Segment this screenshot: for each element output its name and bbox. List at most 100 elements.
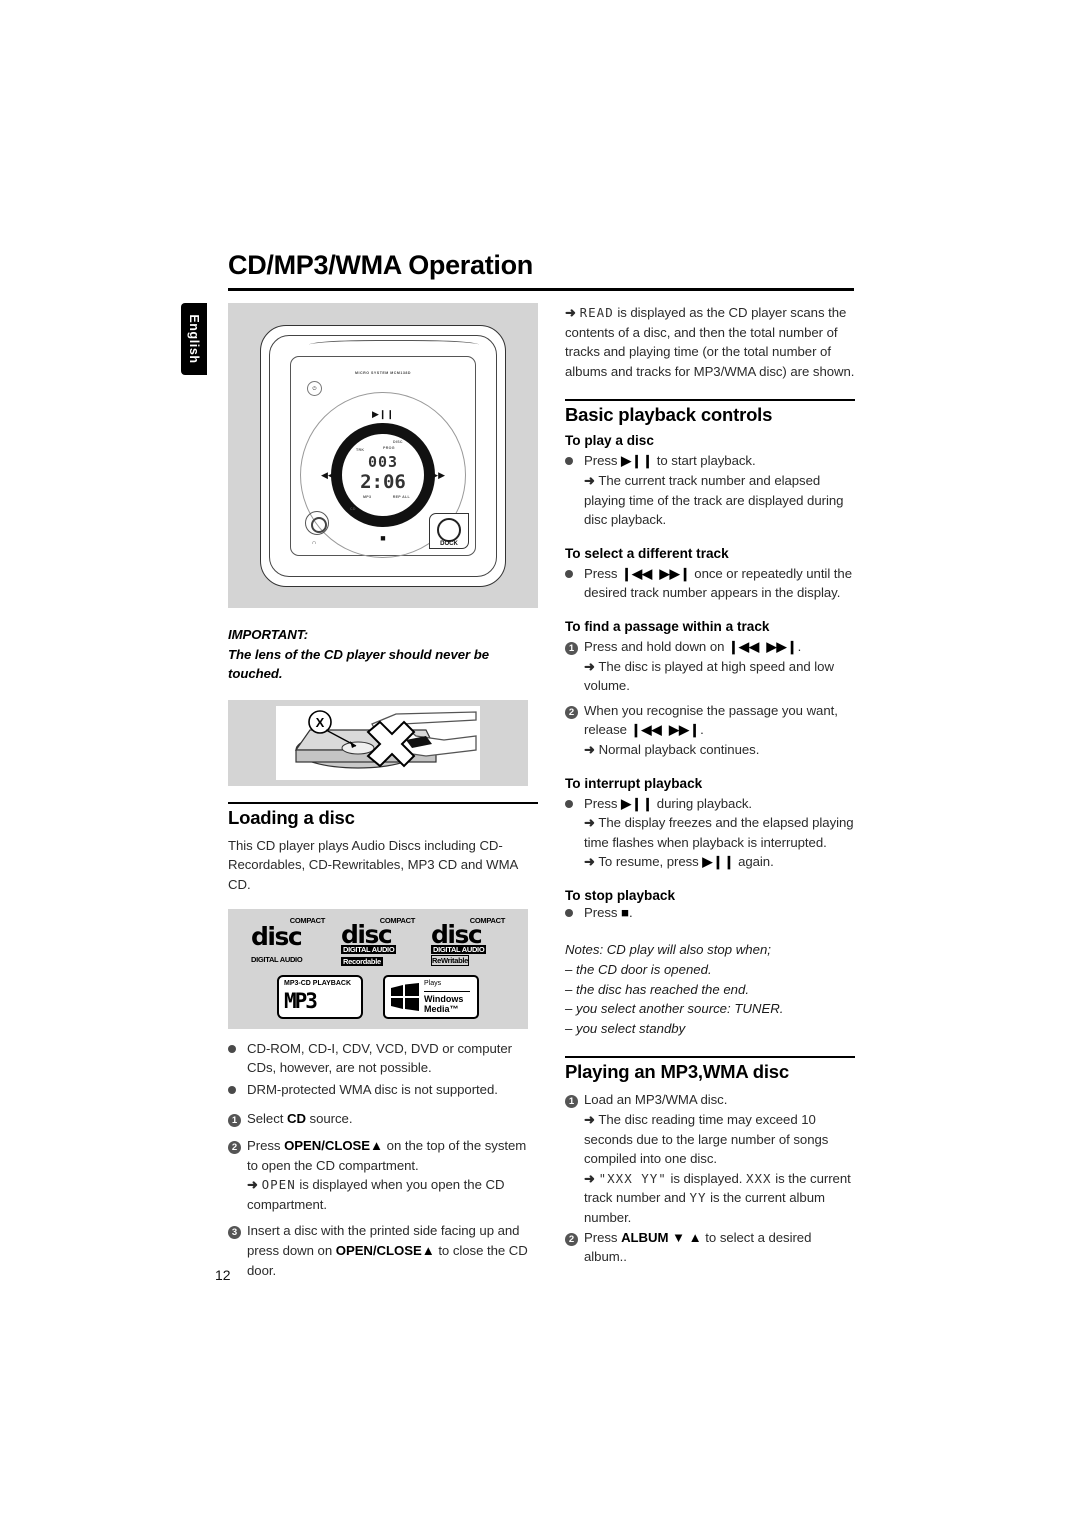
step2-pre: Press bbox=[247, 1137, 285, 1153]
cdr-digital-audio-label: DIGITAL AUDIO bbox=[341, 944, 397, 954]
important-label: IMPORTANT: bbox=[228, 627, 309, 642]
device-figure: MICRO SYSTEM MCM138D ⏻ ▶❙❙ ◀◀ ▶▶ ■ TRK P… bbox=[228, 303, 538, 608]
media-label: Media™ bbox=[424, 1003, 459, 1014]
previous-track-icon: ❙◀◀ bbox=[621, 565, 653, 581]
mp3-playback-label: MP3-CD PLAYBACK bbox=[284, 979, 352, 987]
device-bezel: MICRO SYSTEM MCM138D ⏻ ▶❙❙ ◀◀ ▶▶ ■ TRK P… bbox=[269, 335, 497, 577]
p1-result-text: The disc is played at high speed and low… bbox=[584, 658, 834, 694]
arrow-icon: ➜ bbox=[247, 1177, 258, 1193]
select-pre: Press bbox=[584, 565, 622, 581]
bullet-item: CD-ROM, CD-I, CDV, VCD, DVD or computer … bbox=[228, 1039, 538, 1078]
interrupt-result-1: ➜ The display freezes and the elapsed pl… bbox=[584, 813, 855, 852]
disc-logo-row-2: MP3-CD PLAYBACK MP3 Plays Windows Media™ bbox=[228, 974, 528, 1019]
step-number-icon: 1 bbox=[565, 1095, 578, 1109]
list-item: Press ❙◀◀ ▶▶❙ once or repeatedly until t… bbox=[565, 564, 855, 603]
bullet-dot-icon bbox=[565, 908, 573, 917]
standby-button[interactable]: ⏻ bbox=[307, 381, 322, 396]
stop-playback-heading: To stop playback bbox=[565, 887, 676, 903]
step1-post: source. bbox=[305, 1111, 353, 1127]
stop-button[interactable]: ■ bbox=[380, 533, 385, 543]
stop-playback-text: Press ■. bbox=[584, 903, 855, 923]
open-lcd-text: OPEN bbox=[261, 1177, 296, 1193]
cdrw-digital-audio-label: DIGITAL AUDIO bbox=[431, 944, 487, 954]
notes-item: – you select standby bbox=[565, 1020, 686, 1036]
step-number-icon: 2 bbox=[565, 1232, 578, 1246]
bullet-dot-icon bbox=[565, 799, 573, 808]
passage-step-1: Press and hold down on ❙◀◀ ▶▶❙. ➜ The di… bbox=[584, 637, 855, 696]
play-pause-icon: ▶❙❙ bbox=[621, 453, 654, 469]
step-text-1: Select CD source. bbox=[247, 1109, 538, 1129]
lcd-tag-cd: CD bbox=[350, 507, 356, 511]
step-number-icon: 3 bbox=[228, 1226, 241, 1240]
mp3-heading: Playing an MP3,WMA disc bbox=[565, 1061, 789, 1083]
step-number-icon: 2 bbox=[565, 705, 578, 719]
bullet-dot-icon bbox=[228, 1044, 236, 1053]
page-number: 12 bbox=[215, 1267, 231, 1283]
find-passage-heading: To find a passage within a track bbox=[565, 618, 770, 634]
list-item: Press ■. bbox=[565, 903, 855, 923]
step1-pre: Select bbox=[247, 1111, 287, 1127]
passage-step-2: When you recognise the passage you want,… bbox=[584, 701, 855, 760]
notes-item: – the disc has reached the end. bbox=[565, 981, 750, 997]
headphone-jack[interactable] bbox=[305, 511, 329, 535]
disc-logos-figure: COMPACT disc DIGITAL AUDIO COMPACT disc … bbox=[228, 908, 528, 1029]
notes-item: – the CD door is opened. bbox=[565, 962, 712, 978]
play-pause-button[interactable]: ▶❙❙ bbox=[372, 409, 394, 420]
bullet-dot-icon bbox=[228, 1085, 236, 1094]
mp3-step1-result-2: ➜ "XXX YY" is displayed. XXX is the curr… bbox=[584, 1169, 855, 1228]
arrow-icon: ➜ bbox=[584, 854, 595, 870]
step-number-icon: 2 bbox=[228, 1140, 241, 1154]
left-bullets: CD-ROM, CD-I, CDV, VCD, DVD or computer … bbox=[228, 1039, 538, 1100]
headphone-icon: ∩ bbox=[312, 540, 317, 546]
basic-playback-heading: Basic playback controls bbox=[565, 404, 773, 426]
play-disc-text: Press ▶❙❙ to start playback. ➜ The curre… bbox=[584, 451, 855, 529]
cd-recordable-logo: COMPACT disc DIGITAL AUDIO Recordable bbox=[341, 916, 415, 966]
passage-step-1-result: ➜ The disc is played at high speed and l… bbox=[584, 657, 855, 696]
svg-text:X: X bbox=[316, 715, 325, 730]
windows-media-text: Plays Windows Media™ bbox=[424, 979, 470, 1014]
play-pause-icon: ▶❙❙ bbox=[621, 795, 654, 811]
list-item: 3 Insert a disc with the printed side fa… bbox=[228, 1221, 538, 1280]
album-button-label: ALBUM ▼ ▲ bbox=[621, 1229, 702, 1245]
step-text-2: Press OPEN/CLOSE▲ on the top of the syst… bbox=[247, 1136, 538, 1214]
bullet-item: DRM-protected WMA disc is not supported. bbox=[228, 1080, 538, 1100]
int-pre: Press bbox=[584, 795, 622, 811]
play-pause-icon: ▶❙❙ bbox=[702, 854, 735, 870]
important-block: IMPORTANT: The lens of the CD player sho… bbox=[228, 625, 538, 684]
lens-warning-figure: X bbox=[228, 699, 528, 786]
language-tab: English bbox=[181, 303, 207, 375]
arrow-icon: ➜ bbox=[584, 741, 595, 757]
lcd-display: TRK PROG DISC 003 2:06 MP3 REP ALL CD bbox=[343, 435, 423, 515]
read-display-note: ➜ READ is displayed as the CD player sca… bbox=[565, 303, 855, 381]
mp3-track-placeholder: XXX bbox=[746, 1170, 772, 1186]
lcd-elapsed-time: 2:06 bbox=[360, 471, 406, 493]
next-track-icon: ▶▶❙ bbox=[766, 638, 798, 654]
stop-icon: ■ bbox=[621, 904, 629, 920]
play-result-text: The current track number and elapsed pla… bbox=[584, 472, 844, 528]
int-post: during playback. bbox=[653, 795, 753, 811]
step2-bold: OPEN/CLOSE▲ bbox=[284, 1137, 384, 1153]
int-resume-pre: To resume, press bbox=[598, 854, 703, 870]
dock-label: DOCK bbox=[440, 541, 458, 547]
interrupt-result-2: ➜ To resume, press ▶❙❙ again. bbox=[584, 852, 855, 872]
cd-disc-label: disc bbox=[251, 921, 303, 951]
windows-flag-icon bbox=[391, 982, 419, 1011]
windows-media-divider bbox=[424, 990, 470, 993]
mp3-step1-result: ➜ The disc reading time may exceed 10 se… bbox=[584, 1110, 855, 1169]
plays-label: Plays bbox=[424, 980, 442, 988]
lcd-tag-prog: PROG bbox=[383, 446, 395, 450]
list-item: 2 Press ALBUM ▼ ▲ to select a desired al… bbox=[565, 1228, 855, 1267]
loading-heading: Loading a disc bbox=[228, 806, 355, 828]
list-item: 2 When you recognise the passage you wan… bbox=[565, 701, 855, 760]
mp3-big-label: MP3 bbox=[284, 988, 318, 1013]
windows-label: Windows bbox=[424, 993, 464, 1004]
arrow-icon: ➜ bbox=[584, 1170, 595, 1186]
mp3-cd-playback-logo: MP3-CD PLAYBACK MP3 bbox=[277, 974, 363, 1019]
arrow-icon: ➜ bbox=[584, 472, 595, 488]
int-result-1-text: The display freezes and the elapsed play… bbox=[584, 815, 854, 850]
dock-connector[interactable]: DOCK bbox=[429, 513, 469, 549]
interrupt-heading: To interrupt playback bbox=[565, 775, 703, 791]
list-item: 1 Press and hold down on ❙◀◀ ▶▶❙. ➜ The … bbox=[565, 637, 855, 696]
next-track-icon: ▶▶❙ bbox=[668, 722, 701, 738]
play-pre: Press bbox=[584, 453, 622, 469]
